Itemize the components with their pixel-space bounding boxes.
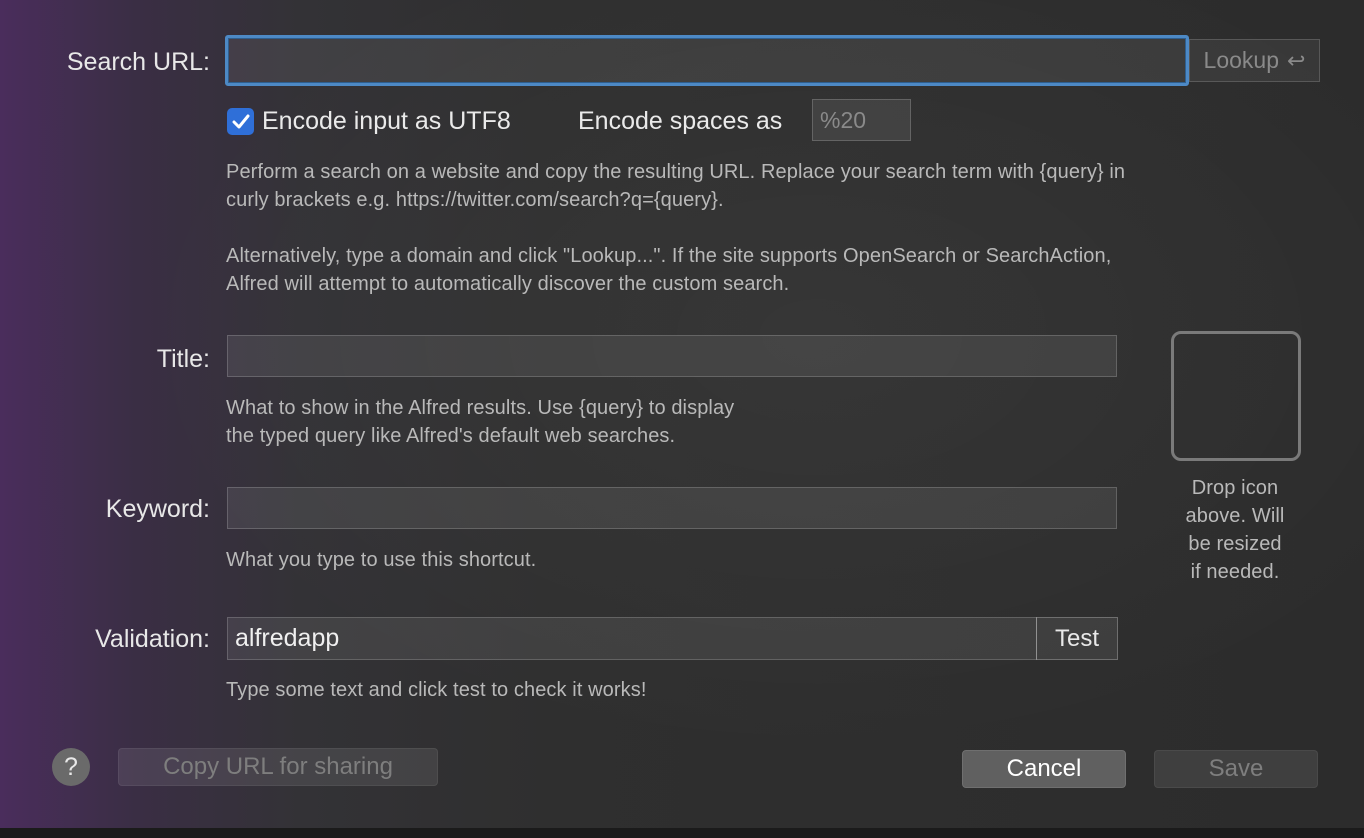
keyword-input[interactable] — [227, 487, 1117, 529]
description-line: Alternatively, type a domain and click "… — [226, 245, 1112, 267]
return-icon: ↩ — [1287, 47, 1306, 73]
custom-search-dialog: Search URL: Lookup ↩ Encode input as UTF… — [0, 0, 1364, 838]
title-help-line: the typed query like Alfred's default we… — [226, 425, 676, 447]
encode-spaces-label: Encode spaces as — [578, 107, 783, 135]
window-bottom-strip — [0, 828, 1364, 838]
encode-spaces-field[interactable]: %20 — [812, 99, 911, 141]
description-line: Alfred will attempt to automatically dis… — [226, 273, 790, 295]
title-input[interactable] — [227, 335, 1117, 377]
cancel-button[interactable]: Cancel — [962, 750, 1126, 788]
description-line: curly brackets e.g. https://twitter.com/… — [226, 189, 724, 211]
title-help: What to show in the Alfred results. Use … — [226, 394, 734, 450]
validation-input[interactable] — [227, 617, 1037, 660]
keyword-help: What you type to use this shortcut. — [226, 549, 537, 571]
description-line: Perform a search on a website and copy t… — [226, 161, 1126, 183]
lookup-button[interactable]: Lookup ↩ — [1189, 39, 1320, 82]
icon-help-line: if needed. — [1190, 561, 1280, 583]
test-button[interactable]: Test — [1036, 617, 1118, 660]
search-url-label: Search URL: — [66, 48, 210, 76]
help-button[interactable]: ? — [52, 748, 90, 786]
title-label: Title: — [156, 345, 210, 373]
title-help-line: What to show in the Alfred results. Use … — [226, 397, 735, 419]
keyword-label: Keyword: — [105, 495, 210, 523]
search-url-input[interactable] — [225, 35, 1189, 86]
icon-drop-well[interactable] — [1171, 331, 1301, 461]
encode-utf8-checkbox[interactable] — [227, 108, 254, 135]
copy-url-button[interactable]: Copy URL for sharing — [118, 748, 438, 786]
save-button[interactable]: Save — [1154, 750, 1318, 788]
validation-help: Type some text and click test to check i… — [226, 679, 647, 701]
validation-label: Validation: — [95, 625, 210, 653]
description-paragraph-1: Perform a search on a website and copy t… — [226, 158, 1125, 214]
icon-help-line: Drop icon — [1191, 477, 1279, 499]
lookup-label: Lookup — [1203, 47, 1280, 73]
icon-help-line: above. Will — [1185, 505, 1285, 527]
encode-utf8-label: Encode input as UTF8 — [262, 107, 511, 135]
checkmark-icon — [232, 114, 249, 128]
description-paragraph-2: Alternatively, type a domain and click "… — [226, 242, 1111, 298]
icon-drop-help: Drop icon above. Will be resized if need… — [1160, 474, 1310, 586]
icon-help-line: be resized — [1188, 533, 1282, 555]
